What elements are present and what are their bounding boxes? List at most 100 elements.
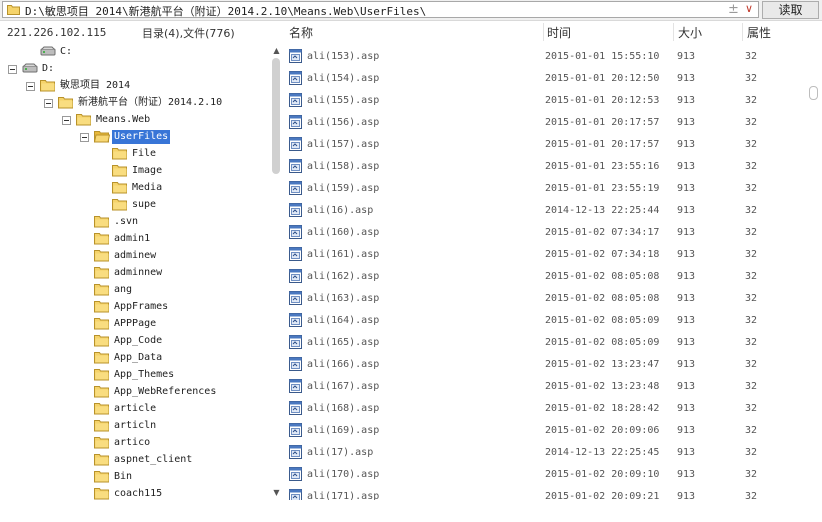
asp-file-icon [289, 423, 302, 437]
plus-minus-icon[interactable]: ± [728, 2, 739, 17]
scroll-up-arrow-icon[interactable]: ▲ [272, 46, 281, 55]
file-name: ali(159).asp [307, 183, 380, 194]
file-row[interactable]: ali(156).asp 2015-01-01 20:17:57 913 32 [284, 112, 806, 134]
asp-file-icon [289, 489, 302, 500]
collapse-toggle-icon[interactable] [26, 82, 35, 91]
tree-node-label: admin1 [114, 233, 151, 244]
tree-scrollbar[interactable]: ▲ ▼ [270, 44, 283, 500]
file-time: 2015-01-02 13:23:48 [545, 381, 660, 392]
file-time: 2015-01-02 20:09:10 [545, 469, 660, 480]
asp-file-icon [289, 335, 302, 349]
file-row[interactable]: ali(168).asp 2015-01-02 18:28:42 913 32 [284, 398, 806, 420]
column-header-time[interactable]: 时间 [547, 24, 571, 41]
tree-node-label: File [132, 148, 157, 159]
file-row[interactable]: ali(160).asp 2015-01-02 07:34:17 913 32 [284, 222, 806, 244]
asp-file-icon [289, 137, 302, 151]
drive-icon [40, 46, 56, 56]
file-time: 2015-01-01 20:12:53 [545, 95, 660, 106]
folder-icon [94, 420, 109, 432]
file-size: 913 [677, 139, 696, 150]
drive-icon [22, 63, 38, 73]
bottom-bar [0, 500, 822, 522]
file-row[interactable]: ali(170).asp 2015-01-02 20:09:10 913 32 [284, 464, 806, 486]
asp-file-icon [289, 115, 302, 129]
asp-file-icon [289, 291, 302, 305]
file-row[interactable]: ali(16).asp 2014-12-13 22:25:44 913 32 [284, 200, 806, 222]
file-size: 913 [677, 161, 696, 172]
column-header-size[interactable]: 大小 [678, 24, 702, 41]
folder-icon [94, 284, 109, 296]
folder-icon [58, 97, 73, 109]
read-button[interactable]: 读取 [762, 1, 819, 19]
scroll-down-arrow-icon[interactable]: ▼ [272, 488, 281, 497]
scrollbar-thumb[interactable] [809, 86, 818, 100]
file-row[interactable]: ali(167).asp 2015-01-02 13:23:48 913 32 [284, 376, 806, 398]
file-time: 2015-01-02 07:34:17 [545, 227, 660, 238]
file-time: 2015-01-02 13:23:47 [545, 359, 660, 370]
file-attributes: 32 [745, 315, 758, 326]
chevron-down-icon[interactable]: ∨ [745, 2, 753, 15]
tree-node-label: artico [114, 437, 151, 448]
file-attributes: 32 [745, 337, 758, 348]
file-size: 913 [677, 73, 696, 84]
file-size: 913 [677, 469, 696, 480]
asp-file-icon [289, 247, 302, 261]
asp-file-icon [289, 357, 302, 371]
asp-file-icon [289, 225, 302, 239]
file-list-scrollbar[interactable] [806, 44, 822, 500]
address-input[interactable]: D:\敏思项目 2014\新港航平台（附证）2014.2.10\Means.We… [2, 1, 759, 18]
file-row[interactable]: ali(154).asp 2015-01-01 20:12:50 913 32 [284, 68, 806, 90]
column-header-name[interactable]: 名称 [289, 24, 313, 41]
column-divider[interactable] [543, 23, 544, 41]
file-attributes: 32 [745, 139, 758, 150]
file-name: ali(17).asp [307, 447, 374, 458]
file-row[interactable]: ali(163).asp 2015-01-02 08:05:08 913 32 [284, 288, 806, 310]
file-name: ali(164).asp [307, 315, 380, 326]
file-row[interactable]: ali(161).asp 2015-01-02 07:34:18 913 32 [284, 244, 806, 266]
file-list: ali(153).asp 2015-01-01 15:55:10 913 32 ali(… [284, 44, 806, 500]
tree-node-label: UserFiles [112, 130, 171, 144]
folder-icon [112, 182, 127, 194]
file-attributes: 32 [745, 381, 758, 392]
file-row[interactable]: ali(162).asp 2015-01-02 08:05:08 913 32 [284, 266, 806, 288]
collapse-toggle-icon[interactable] [8, 65, 17, 74]
collapse-toggle-icon[interactable] [80, 133, 89, 142]
file-row[interactable]: ali(165).asp 2015-01-02 08:05:09 913 32 [284, 332, 806, 354]
collapse-toggle-icon[interactable] [44, 99, 53, 108]
column-divider[interactable] [673, 23, 674, 41]
file-row[interactable]: ali(17).asp 2014-12-13 22:25:45 913 32 [284, 442, 806, 464]
file-row[interactable]: ali(158).asp 2015-01-01 23:55:16 913 32 [284, 156, 806, 178]
tree-node-label: coach115 [114, 488, 163, 499]
file-attributes: 32 [745, 161, 758, 172]
folder-icon [112, 148, 127, 160]
column-header-attr[interactable]: 属性 [747, 24, 771, 41]
file-size: 913 [677, 491, 696, 500]
file-size: 913 [677, 51, 696, 62]
file-name: ali(153).asp [307, 51, 380, 62]
asp-file-icon [289, 49, 302, 63]
scrollbar-thumb[interactable] [272, 58, 280, 174]
file-row[interactable]: ali(159).asp 2015-01-01 23:55:19 913 32 [284, 178, 806, 200]
file-row[interactable]: ali(166).asp 2015-01-02 13:23:47 913 32 [284, 354, 806, 376]
file-row[interactable]: ali(157).asp 2015-01-01 20:17:57 913 32 [284, 134, 806, 156]
collapse-toggle-icon[interactable] [62, 116, 71, 125]
folder-icon [40, 80, 55, 92]
tree-node-label: supe [132, 199, 157, 210]
file-size: 913 [677, 337, 696, 348]
asp-file-icon [289, 401, 302, 415]
folder-open-icon [94, 131, 110, 143]
file-size: 913 [677, 403, 696, 414]
file-row[interactable]: ali(153).asp 2015-01-01 15:55:10 913 32 [284, 46, 806, 68]
file-row[interactable]: ali(169).asp 2015-01-02 20:09:06 913 32 [284, 420, 806, 442]
file-size: 913 [677, 227, 696, 238]
file-time: 2015-01-01 23:55:19 [545, 183, 660, 194]
asp-file-icon [289, 445, 302, 459]
column-divider[interactable] [742, 23, 743, 41]
file-row[interactable]: ali(164).asp 2015-01-02 08:05:09 913 32 [284, 310, 806, 332]
tree-node-label: ang [114, 284, 133, 295]
file-name: ali(155).asp [307, 95, 380, 106]
file-row[interactable]: ali(155).asp 2015-01-01 20:12:53 913 32 [284, 90, 806, 112]
file-attributes: 32 [745, 205, 758, 216]
file-size: 913 [677, 359, 696, 370]
file-row[interactable]: ali(171).asp 2015-01-02 20:09:21 913 32 [284, 486, 806, 500]
